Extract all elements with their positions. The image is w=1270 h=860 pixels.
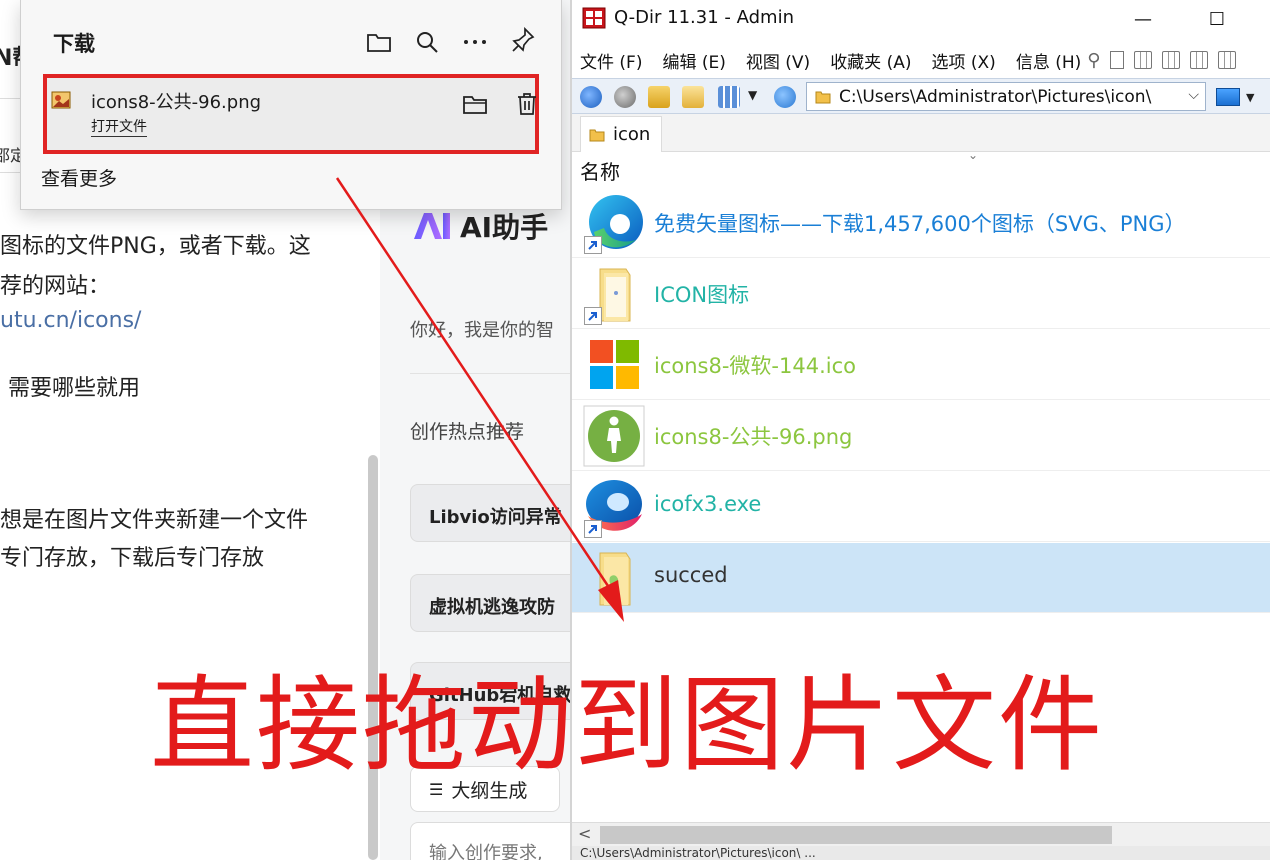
address-path: C:\Users\Administrator\Pictures\icon\	[839, 86, 1152, 107]
file-row[interactable]: icons8-微软-144.ico	[572, 330, 1270, 400]
address-input[interactable]: C:\Users\Administrator\Pictures\icon\ ⌵	[806, 82, 1206, 111]
new-folder-icon[interactable]	[682, 86, 704, 108]
qdir-menubar: 文件 (F) 编辑 (E) 视图 (V) 收藏夹 (A) 选项 (X) 信息 (…	[572, 44, 1270, 76]
see-more-link[interactable]: 查看更多	[41, 164, 117, 191]
scroll-thumb[interactable]	[600, 826, 1112, 844]
menu-view[interactable]: 视图 (V)	[746, 48, 810, 73]
article-text-line: 专门存放，下载后专门存放	[0, 546, 265, 571]
downloads-flyout: 下载 icons8-公共-96.png 打开文件 查看更多	[20, 0, 562, 210]
dropdown-icon[interactable]: ▼	[748, 88, 762, 110]
layout-2-icon[interactable]	[1134, 51, 1153, 69]
file-row[interactable]: ICON图标	[572, 259, 1270, 329]
pin-icon[interactable]	[509, 26, 537, 54]
more-icon[interactable]	[461, 28, 489, 56]
vertical-scrollbar[interactable]	[368, 455, 378, 860]
menu-file[interactable]: 文件 (F)	[580, 48, 642, 73]
layout-4-icon[interactable]	[1190, 51, 1209, 69]
qdir-address-toolbar: ▼ C:\Users\Administrator\Pictures\icon\ …	[572, 78, 1270, 114]
annotation-caption: 直接拖动到图片文件	[150, 664, 1105, 786]
article-text-line: 图标的文件PNG，或者下载。这	[0, 234, 311, 259]
article-text-line: 想是在图片文件夹新建一个文件	[0, 508, 309, 533]
tab-icon[interactable]: icon	[580, 116, 662, 152]
qdir-titlebar[interactable]: Q-Dir 11.31 - Admin — ☐	[572, 0, 1270, 38]
menu-favorites[interactable]: 收藏夹 (A)	[830, 48, 911, 73]
menu-info[interactable]: 信息 (H)	[1016, 48, 1081, 73]
folder-icon	[582, 547, 646, 609]
article-link[interactable]: utu.cn/icons/	[0, 308, 141, 333]
view-mode-icon[interactable]	[718, 86, 740, 108]
png-file-icon	[51, 91, 71, 109]
refresh-icon[interactable]	[774, 86, 796, 108]
ai-title-label: AI助手	[460, 211, 549, 244]
up-folder-icon[interactable]	[648, 86, 670, 108]
column-header-name[interactable]: 名称	[572, 152, 1270, 188]
menu-toolbar: ⚲	[1087, 50, 1237, 71]
divider	[410, 373, 570, 374]
ai-assistant-title: AI助手	[412, 206, 548, 246]
folder-icon[interactable]	[365, 28, 393, 56]
monitor-view-button[interactable]: ▼	[1216, 86, 1266, 108]
menu-edit[interactable]: 编辑 (E)	[662, 48, 725, 73]
search-icon[interactable]	[413, 28, 441, 56]
ai-logo-icon	[414, 213, 450, 239]
file-row[interactable]: 免费矢量图标——下载1,457,600个图标（SVG、PNG）	[572, 188, 1270, 258]
qdir-app-icon	[582, 7, 606, 29]
dropdown-icon: ▼	[1246, 90, 1255, 104]
article-text-line: 荐的网站：	[0, 274, 111, 299]
article-text-line: 需要哪些就用	[8, 376, 141, 401]
file-name: 免费矢量图标——下载1,457,600个图标（SVG、PNG）	[654, 212, 1186, 236]
horizontal-scrollbar[interactable]: <	[572, 822, 1270, 846]
microsoft-logo-icon	[582, 334, 646, 396]
file-row[interactable]: icons8-公共-96.png	[572, 401, 1270, 471]
file-name: ICON图标	[654, 283, 750, 307]
minimize-button[interactable]: —	[1120, 4, 1166, 34]
qdir-statusbar: C:\Users\Administrator\Pictures\icon\ ..…	[572, 846, 1270, 860]
back-icon[interactable]	[580, 86, 602, 108]
file-name: icofx3.exe	[654, 492, 762, 516]
file-row[interactable]: icofx3.exe	[572, 472, 1270, 542]
layout-5-icon[interactable]	[1218, 51, 1237, 69]
hot-topic-card[interactable]: 虚拟机逃逸攻防	[410, 574, 580, 632]
divider	[0, 172, 20, 173]
shortcut-arrow-icon	[584, 236, 602, 254]
shortcut-arrow-icon	[584, 307, 602, 325]
layout-3-icon[interactable]	[1162, 51, 1181, 69]
forward-icon[interactable]	[614, 86, 636, 108]
file-name: icons8-公共-96.png	[654, 425, 853, 449]
scroll-left-icon[interactable]: <	[578, 824, 591, 843]
new-file-icon[interactable]	[1110, 51, 1125, 69]
hot-topic-card[interactable]: Libvio访问异常	[410, 484, 580, 542]
chevron-down-icon[interactable]: ⌵	[1188, 87, 1199, 103]
show-in-folder-icon[interactable]	[461, 90, 489, 118]
tab-label: icon	[613, 124, 651, 145]
folder-icon	[589, 129, 605, 141]
ai-greeting: 你好，我是你的智	[410, 320, 554, 341]
divider	[0, 98, 20, 99]
shortcut-arrow-icon	[584, 520, 602, 538]
menu-options[interactable]: 选项 (X)	[932, 48, 996, 73]
file-row[interactable]: succed	[572, 543, 1270, 613]
folder-icon	[815, 91, 831, 104]
hot-topics-title: 创作热点推荐	[410, 421, 525, 443]
download-file-name: icons8-公共-96.png	[91, 92, 262, 113]
qdir-window-title: Q-Dir 11.31 - Admin	[614, 7, 794, 28]
open-file-link[interactable]: 打开文件	[91, 118, 147, 137]
delete-icon[interactable]	[513, 90, 541, 118]
qdir-tabstrip: icon	[572, 114, 1270, 152]
downloads-title: 下载	[53, 32, 95, 56]
search-icon[interactable]: ⚲	[1087, 50, 1100, 71]
pedestrian-icon	[582, 405, 646, 467]
monitor-icon	[1216, 88, 1240, 106]
download-item[interactable]: icons8-公共-96.png 打开文件	[43, 74, 539, 154]
file-name: succed	[654, 563, 728, 587]
maximize-button[interactable]: ☐	[1194, 4, 1240, 34]
file-name: icons8-微软-144.ico	[654, 354, 856, 378]
ai-prompt-input[interactable]: 输入创作要求,	[410, 822, 580, 860]
